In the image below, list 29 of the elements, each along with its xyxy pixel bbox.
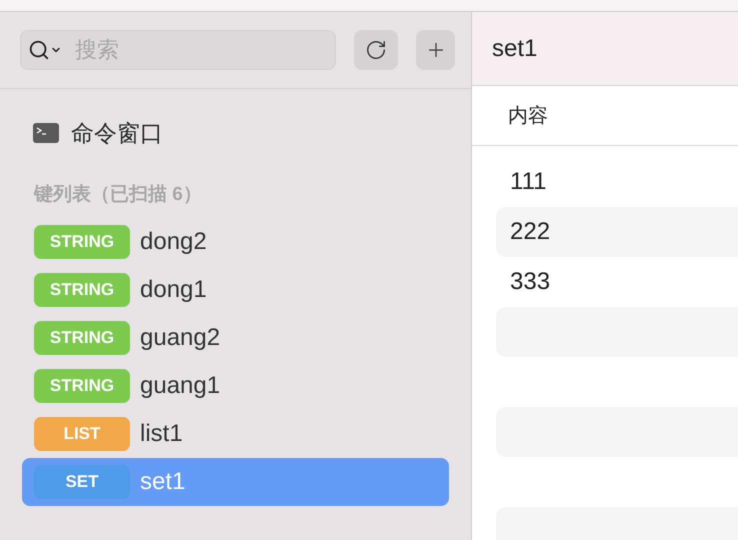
key-name: guang1 — [140, 370, 220, 400]
table-cell-text: 111 — [510, 167, 546, 197]
key-name: set1 — [140, 466, 186, 496]
key-list-item[interactable]: STRING dong1 — [22, 266, 449, 314]
key-list-item[interactable]: STRING guang1 — [22, 362, 449, 410]
search-icon[interactable] — [28, 39, 62, 61]
type-badge: STRING — [34, 272, 130, 306]
type-badge: STRING — [34, 224, 130, 258]
table-cell-text: 222 — [510, 217, 550, 247]
type-badge: SET — [34, 464, 130, 498]
command-window-item[interactable]: 命令窗口 — [71, 116, 163, 150]
detail-title: set1 — [492, 34, 538, 64]
key-name: dong2 — [140, 226, 207, 256]
key-list-item[interactable]: STRING guang2 — [22, 314, 449, 362]
type-badge: STRING — [34, 368, 130, 402]
column-header: 内容 — [508, 104, 548, 128]
key-list-item[interactable]: STRING dong2 — [22, 218, 449, 266]
table-cell-text: 333 — [510, 267, 550, 297]
type-badge: LIST — [34, 416, 130, 450]
terminal-icon — [33, 123, 59, 143]
key-name: dong1 — [140, 274, 207, 304]
type-badge: STRING — [34, 320, 130, 354]
key-name: guang2 — [140, 322, 220, 352]
refresh-button[interactable] — [354, 30, 398, 70]
key-name: list1 — [140, 418, 183, 448]
section-title: 键列表（已扫描 6） — [34, 183, 202, 207]
refresh-icon — [365, 39, 388, 61]
add-button[interactable] — [416, 30, 455, 70]
key-list-item[interactable]: LIST list1 — [22, 410, 449, 458]
